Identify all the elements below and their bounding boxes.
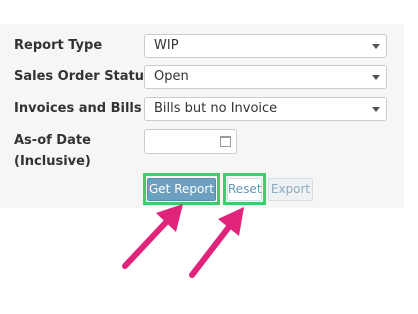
- arrow-to-get-report: [122, 204, 183, 269]
- annotation-arrows: [122, 204, 244, 278]
- arrow-to-reset: [189, 207, 244, 278]
